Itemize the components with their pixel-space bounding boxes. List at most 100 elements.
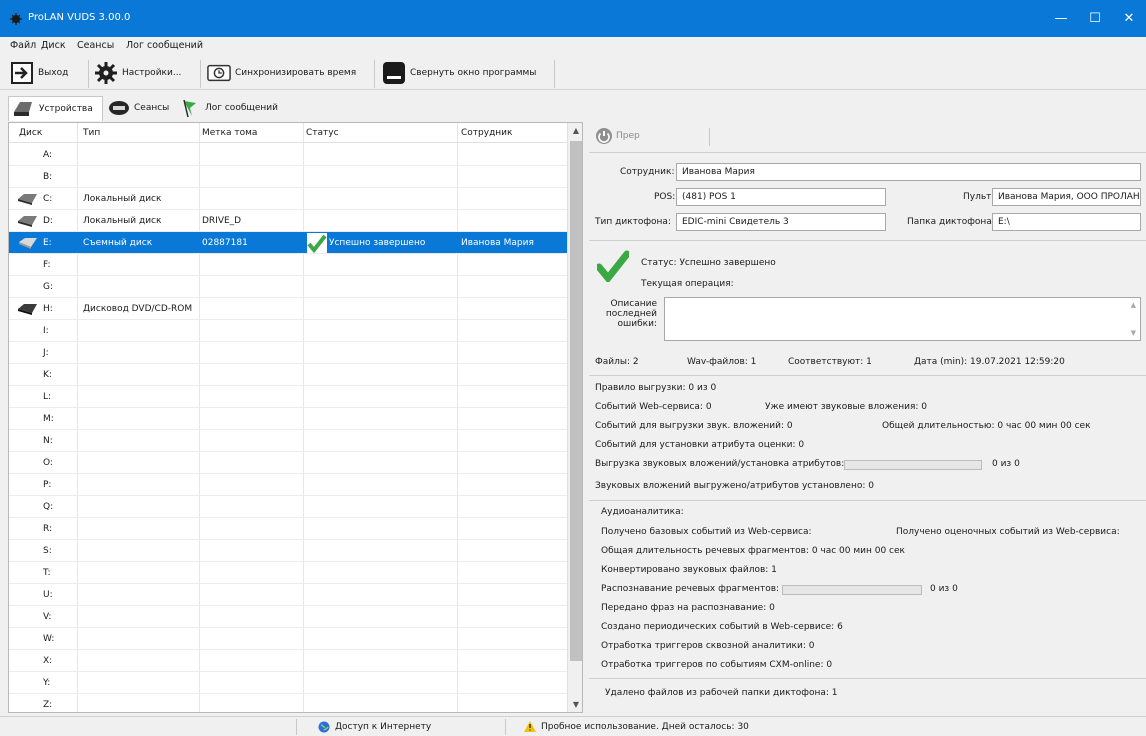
tab-message-log-label: Лог сообщений	[205, 103, 278, 113]
drive-letter: Q:	[43, 502, 54, 512]
tab-devices[interactable]: Устройства	[8, 96, 103, 121]
last-error-field[interactable]: ▲ ▼	[664, 297, 1141, 341]
table-row[interactable]: I:	[9, 320, 567, 342]
table-row[interactable]: Y:	[9, 672, 567, 694]
drive-type: Дисковод DVD/CD-ROM	[83, 304, 193, 314]
table-row[interactable]: K:	[9, 364, 567, 386]
exit-button[interactable]: Выход	[10, 59, 68, 87]
internet-status-label: Доступ к Интернету	[335, 722, 432, 732]
memo-scroll-down-icon[interactable]: ▼	[1131, 329, 1136, 337]
drive-letter: N:	[43, 436, 53, 446]
removable-drive-icon	[19, 238, 37, 249]
session-icon	[109, 101, 129, 115]
converted-files: Конвертировано звуковых файлов: 1	[601, 565, 777, 575]
matching-count: Соответствуют: 1	[788, 357, 872, 367]
table-row[interactable]: Z:	[9, 694, 567, 712]
table-row[interactable]: L:	[9, 386, 567, 408]
table-row[interactable]: P:	[9, 474, 567, 496]
power-icon	[596, 128, 612, 144]
vertical-scrollbar[interactable]: ▲ ▼	[567, 123, 582, 712]
success-check-icon	[597, 250, 629, 282]
minimize-window-button[interactable]: —	[1044, 0, 1078, 37]
table-row[interactable]: Q:	[9, 496, 567, 518]
prep-button[interactable]: Прер	[595, 127, 640, 145]
app-icon	[10, 13, 22, 25]
table-row[interactable]: R:	[9, 518, 567, 540]
table-row[interactable]: M:	[9, 408, 567, 430]
pos-field[interactable]: (481) POS 1	[676, 188, 886, 206]
drive-letter: K:	[43, 370, 52, 380]
table-row[interactable]: O:	[9, 452, 567, 474]
drive-letter: A:	[43, 150, 53, 160]
drive-letter: O:	[43, 458, 53, 468]
minimize-program-button[interactable]: Свернуть окно программы	[382, 59, 536, 87]
periodic-events: Создано периодических событий в Web-серв…	[601, 622, 843, 632]
upload-progress-bar	[844, 460, 982, 470]
internet-status: Доступ к Интернету	[318, 721, 431, 733]
pos-label: POS:	[654, 192, 676, 202]
drive-letter: P:	[43, 480, 52, 490]
table-row[interactable]: E: Съемный диск 02887181 Успешно завершено И…	[9, 232, 567, 254]
table-row[interactable]: U:	[9, 584, 567, 606]
status-line: Статус: Успешно завершено	[641, 258, 776, 268]
last-error-label: Описание последней ошибки:	[605, 299, 657, 329]
table-row[interactable]: T:	[9, 562, 567, 584]
header-disk[interactable]: Диск	[19, 128, 42, 138]
details-toolbar: Прер	[589, 122, 1146, 150]
status-bar: Доступ к Интернету Пробное использование…	[0, 716, 1146, 736]
prep-button-label: Прер	[616, 131, 640, 141]
table-row[interactable]: H: Дисковод DVD/CD-ROM	[9, 298, 567, 320]
menu-message-log[interactable]: Лог сообщений	[126, 40, 203, 51]
table-row[interactable]: W:	[9, 628, 567, 650]
web-events: Событий Web-сервиса: 0	[595, 402, 712, 412]
table-row[interactable]: C: Локальный диск	[9, 188, 567, 210]
table-row[interactable]: G:	[9, 276, 567, 298]
header-status[interactable]: Статус	[306, 128, 339, 138]
minimize-window-icon	[382, 61, 406, 85]
console-field[interactable]: Иванова Мария, ООО ПРОЛАН	[992, 188, 1141, 206]
drive-icon	[14, 102, 32, 116]
table-row[interactable]: V:	[9, 606, 567, 628]
drive-type: Локальный диск	[83, 194, 162, 204]
employee-field[interactable]: Иванова Мария	[676, 163, 1141, 181]
scrollbar-thumb[interactable]	[570, 141, 582, 661]
minimize-program-button-label: Свернуть окно программы	[410, 68, 537, 78]
scroll-up-icon[interactable]: ▲	[568, 123, 582, 139]
table-row[interactable]: N:	[9, 430, 567, 452]
header-employee[interactable]: Сотрудник	[461, 128, 512, 138]
table-row[interactable]: D: Локальный диск DRIVE_D	[9, 210, 567, 232]
drive-type: Съемный диск	[83, 238, 153, 248]
menu-file[interactable]: Файл	[10, 40, 36, 51]
close-window-button[interactable]: ✕	[1112, 0, 1146, 37]
menu-sessions[interactable]: Сеансы	[77, 40, 114, 51]
drive-letter: W:	[43, 634, 55, 644]
table-row[interactable]: F:	[9, 254, 567, 276]
memo-scroll-up-icon[interactable]: ▲	[1131, 301, 1136, 309]
drive-letter: Z:	[43, 700, 53, 710]
menu-disk[interactable]: Диск	[41, 40, 66, 51]
drive-letter: C:	[43, 194, 53, 204]
uploaded-total: Звуковых вложений выгружено/атрибутов ус…	[595, 481, 874, 491]
upload-progress-value: 0 из 0	[992, 459, 1020, 469]
drive-letter: F:	[43, 260, 51, 270]
drive-letter: M:	[43, 414, 54, 424]
table-row[interactable]: S:	[9, 540, 567, 562]
row-employee: Иванова Мария	[461, 238, 534, 248]
table-row[interactable]: J:	[9, 342, 567, 364]
table-row[interactable]: A:	[9, 144, 567, 166]
current-operation: Текущая операция:	[641, 279, 734, 289]
scroll-down-icon[interactable]: ▼	[568, 697, 582, 712]
tab-message-log[interactable]: Лог сообщений	[177, 96, 282, 120]
table-row[interactable]: B:	[9, 166, 567, 188]
settings-button[interactable]: Настройки...	[94, 59, 181, 87]
recorder-type-field[interactable]: EDIC-mini Свидетель 3	[676, 213, 886, 231]
maximize-window-button[interactable]: ☐	[1078, 0, 1112, 37]
recorder-folder-field[interactable]: E:\	[992, 213, 1141, 231]
row-status: Успешно завершено	[329, 238, 426, 248]
drive-letter: X:	[43, 656, 53, 666]
header-type[interactable]: Тип	[83, 128, 100, 138]
header-volume-label[interactable]: Метка тома	[202, 128, 257, 138]
table-row[interactable]: X:	[9, 650, 567, 672]
tab-sessions[interactable]: Сеансы	[104, 96, 173, 120]
sync-time-button[interactable]: Синхронизировать время	[207, 59, 356, 87]
